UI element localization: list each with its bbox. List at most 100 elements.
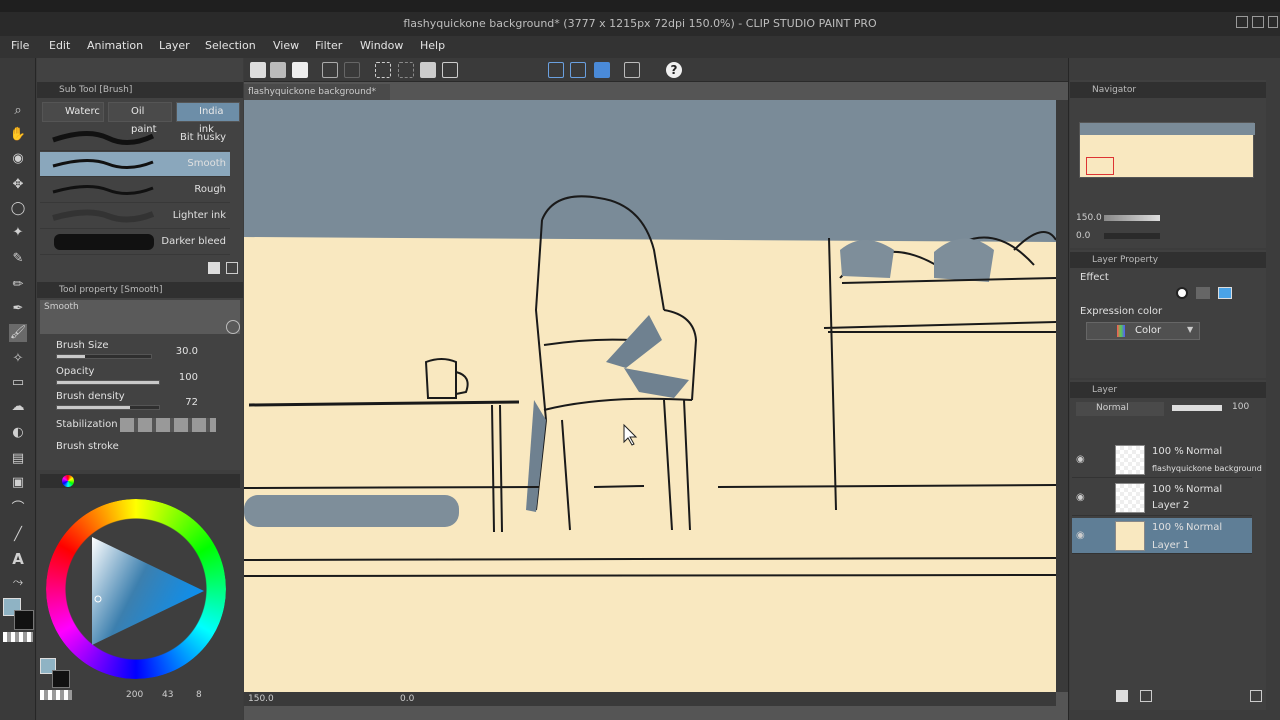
vertical-scrollbar[interactable] [1056, 100, 1068, 692]
menu-view[interactable]: View [273, 39, 299, 52]
eraser-tool-icon[interactable]: ▭ [9, 374, 27, 392]
open-file-icon[interactable] [270, 62, 286, 78]
sub-color-swatch[interactable] [14, 610, 34, 630]
new-layer-icon[interactable] [1116, 690, 1128, 702]
move-tool-icon[interactable]: ✥ [9, 176, 27, 194]
navigator-thumb-sky [1080, 123, 1255, 135]
layer-opacity-value[interactable]: 100 [1232, 402, 1249, 412]
menu-filter[interactable]: Filter [315, 39, 342, 52]
decoration-tool-icon[interactable]: ✧ [9, 350, 27, 368]
gradient-tool-icon[interactable]: ▤ [9, 450, 27, 468]
redo-icon[interactable] [344, 62, 360, 78]
color-value-3: 8 [196, 690, 202, 700]
ruler-tool-icon[interactable]: ╱ [9, 526, 27, 544]
color-sub-swatch[interactable] [52, 670, 70, 688]
hand-tool-icon[interactable]: ✋ [9, 126, 27, 144]
snap-perspective-icon[interactable] [594, 62, 610, 78]
brush-name: Lighter ink [172, 210, 226, 221]
lasso-tool-icon[interactable]: ◯ [9, 200, 27, 218]
canvas-zoom-readout[interactable]: 150.0 [248, 694, 274, 704]
zoom-tool-icon[interactable]: ⌕ [9, 102, 27, 120]
eye-icon[interactable]: ◉ [1076, 492, 1085, 503]
snap-grid-icon[interactable] [570, 62, 586, 78]
add-subtool-icon[interactable] [208, 262, 220, 274]
brush-density-value[interactable]: 72 [168, 397, 198, 408]
navigator-angle-slider[interactable] [1104, 233, 1160, 239]
menu-selection[interactable]: Selection [205, 39, 256, 52]
tool-settings-icon[interactable] [226, 320, 240, 334]
eye-icon[interactable]: ◉ [1076, 530, 1085, 541]
new-file-icon[interactable] [250, 62, 266, 78]
menu-layer[interactable]: Layer [159, 39, 190, 52]
navigator-zoom[interactable]: 150.0 [1076, 213, 1102, 223]
tab-watercolor[interactable]: Waterc [42, 102, 104, 122]
brush-item-bit-husky[interactable]: Bit husky [40, 126, 230, 151]
balloon-tool-icon[interactable]: ⤳ [9, 574, 27, 592]
close-button[interactable] [1268, 16, 1278, 28]
color-wheel[interactable] [42, 495, 230, 683]
minimize-button[interactable] [1236, 16, 1248, 28]
menu-animation[interactable]: Animation [87, 39, 143, 52]
maximize-button[interactable] [1252, 16, 1264, 28]
airbrush-tool-icon[interactable]: ✒ [9, 300, 27, 318]
stabilization-selector[interactable] [120, 418, 216, 432]
navigator-thumbnail[interactable] [1079, 122, 1255, 178]
new-folder-icon[interactable] [1140, 690, 1152, 702]
canvas[interactable] [244, 100, 1056, 692]
save-icon[interactable] [292, 62, 308, 78]
brush-size-slider[interactable] [56, 354, 152, 359]
border-effect-icon[interactable] [1176, 287, 1188, 299]
color-transparent-swatch[interactable] [40, 690, 72, 700]
help-icon[interactable]: ? [666, 62, 682, 78]
figure-tool-icon[interactable]: ▣ [9, 474, 27, 492]
snap-ruler-icon[interactable] [548, 62, 564, 78]
brush-size-value[interactable]: 30.0 [168, 346, 198, 357]
tab-india-ink[interactable]: India ink [176, 102, 240, 135]
auto-select-tool-icon[interactable]: ✦ [9, 224, 27, 242]
clear-icon[interactable] [420, 62, 436, 78]
brush-name: Bit husky [180, 132, 226, 143]
layer-color-icon[interactable] [1218, 287, 1232, 299]
horizontal-scrollbar[interactable] [244, 692, 1056, 706]
opacity-value[interactable]: 100 [168, 372, 198, 383]
eye-icon[interactable]: ◉ [1076, 454, 1085, 465]
opacity-slider[interactable] [56, 380, 160, 385]
color-wheel-tab-icon[interactable] [62, 475, 74, 487]
navigator-angle[interactable]: 0.0 [1076, 231, 1090, 241]
expression-color-dropdown[interactable]: Color ▼ [1086, 322, 1200, 340]
navigator-view-rect[interactable] [1086, 157, 1114, 175]
pencil-tool-icon[interactable]: ✏ [9, 276, 27, 294]
delete-layer-icon[interactable] [1250, 690, 1262, 702]
transform-icon[interactable] [442, 62, 458, 78]
document-tab[interactable]: flashyquickone background* [244, 84, 390, 100]
menu-edit[interactable]: Edit [49, 39, 70, 52]
eyedropper-tool-icon[interactable]: ◉ [9, 150, 27, 168]
brush-item-smooth[interactable]: Smooth [40, 152, 230, 177]
navigator-zoom-slider[interactable] [1104, 215, 1160, 221]
blend-mode-dropdown[interactable]: Normal [1076, 402, 1164, 416]
menu-file[interactable]: File [11, 39, 29, 52]
menu-help[interactable]: Help [420, 39, 445, 52]
layer-opacity-slider[interactable] [1172, 405, 1222, 411]
brush-tool-icon[interactable]: 🖌 [9, 324, 27, 342]
brush-item-lighter-ink[interactable]: Lighter ink [40, 204, 230, 229]
layer-opacity: 100 % [1152, 446, 1184, 457]
menu-window[interactable]: Window [360, 39, 403, 52]
pen-tool-icon[interactable]: ✎ [9, 250, 27, 268]
transparent-color-swatch[interactable] [3, 632, 33, 642]
brush-density-slider[interactable] [56, 405, 160, 410]
tone-effect-icon[interactable] [1196, 287, 1210, 299]
blend-tool-icon[interactable]: ☁ [9, 398, 27, 416]
fill-tool-icon[interactable]: ◐ [9, 424, 27, 442]
invert-selection-icon[interactable] [398, 62, 414, 78]
canvas-angle-readout[interactable]: 0.0 [400, 694, 414, 704]
frame-tool-icon[interactable]: ⌒ [9, 500, 27, 518]
tab-oil-paint[interactable]: Oil paint [108, 102, 172, 135]
brush-item-rough[interactable]: Rough [40, 178, 230, 203]
show-grid-icon[interactable] [624, 62, 640, 78]
brush-item-darker-bleed[interactable]: Darker bleed [40, 230, 230, 255]
delete-subtool-icon[interactable] [226, 262, 238, 274]
clear-selection-icon[interactable] [375, 62, 391, 78]
text-tool-icon[interactable]: A [9, 550, 27, 568]
undo-icon[interactable] [322, 62, 338, 78]
